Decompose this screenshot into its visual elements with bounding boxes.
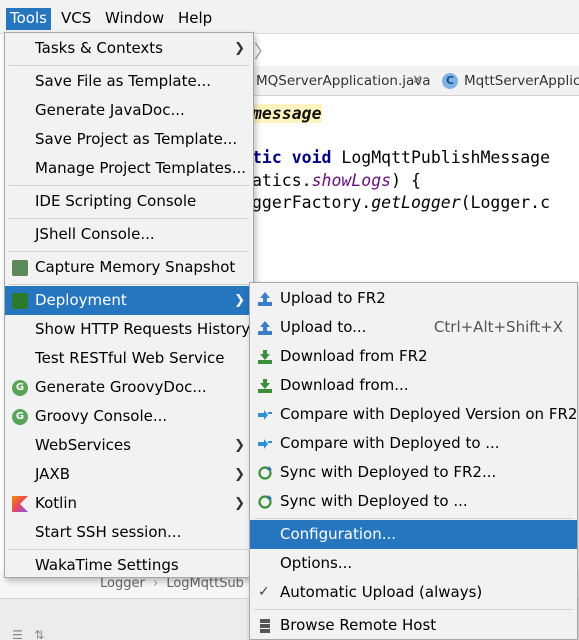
upload-icon <box>258 292 272 306</box>
menu-item-manage-project-templates[interactable]: Manage Project Templates... <box>5 154 253 183</box>
menubar: Tools VCS Window Help <box>0 0 579 34</box>
compare-icon <box>258 439 272 449</box>
menu-item-webservices[interactable]: WebServices ❯ <box>5 431 253 460</box>
download-icon <box>258 350 272 364</box>
menu-separator <box>9 218 249 219</box>
menu-separator <box>9 185 249 186</box>
chevron-right-icon: ❯ <box>234 467 245 482</box>
menu-item-deployment[interactable]: Deployment ❯ <box>5 286 253 315</box>
menu-item-save-file-template[interactable]: Save File as Template... <box>5 67 253 96</box>
tab-mqserver-application[interactable]: MQServerApplication.java <box>256 66 431 96</box>
menu-item-browse-remote-host[interactable]: Browse Remote Host <box>250 611 577 640</box>
deployment-submenu: Upload to FR2 Upload to... Ctrl+Alt+Shif… <box>249 282 578 640</box>
server-icon <box>260 619 270 633</box>
menu-item-configuration[interactable]: Configuration... <box>250 520 577 549</box>
menu-item-ide-scripting-console[interactable]: IDE Scripting Console <box>5 187 253 216</box>
tool-window-icons: ☰ ⇅ <box>12 628 45 640</box>
code-line: ggerFactory.getLogger(Logger.c <box>252 193 550 212</box>
kotlin-icon <box>12 496 28 512</box>
class-icon: C <box>442 73 458 89</box>
menu-vcs[interactable]: VCS <box>57 8 95 30</box>
menu-item-automatic-upload[interactable]: ✓ Automatic Upload (always) <box>250 578 577 607</box>
code-keyword: tic void <box>252 148 332 167</box>
menu-item-upload-fr2[interactable]: Upload to FR2 <box>250 284 577 313</box>
code-text: LogMqttPublishMessage <box>331 148 551 167</box>
menu-tools[interactable]: Tools <box>6 8 51 30</box>
memory-snapshot-icon <box>12 260 28 276</box>
menu-item-start-ssh[interactable]: Start SSH session... <box>5 518 253 547</box>
menu-window[interactable]: Window <box>101 8 168 30</box>
groovy-icon: G <box>12 409 28 425</box>
menu-item-tasks-contexts[interactable]: Tasks & Contexts ❯ <box>5 34 253 63</box>
menu-separator <box>254 609 573 610</box>
menu-item-sync-deployed[interactable]: Sync with Deployed to ... <box>250 487 577 516</box>
upload-icon <box>258 321 272 335</box>
groovy-icon: G <box>12 380 28 396</box>
chevron-right-icon: ❯ <box>234 41 245 56</box>
code-text: ) { <box>391 171 421 190</box>
menu-item-wakatime-settings[interactable]: WakaTime Settings <box>5 551 253 580</box>
sync-icon <box>258 466 272 480</box>
menu-item-jshell-console[interactable]: JShell Console... <box>5 220 253 249</box>
code-text: (Logger.c <box>460 193 551 212</box>
menu-separator <box>254 518 573 519</box>
menu-item-upload-to[interactable]: Upload to... Ctrl+Alt+Shift+X <box>250 313 577 342</box>
menu-item-options[interactable]: Options... <box>250 549 577 578</box>
menu-item-compare-fr2[interactable]: Compare with Deployed Version on FR2 <box>250 400 577 429</box>
chevron-right-icon: ❯ <box>234 293 245 308</box>
menu-item-compare-deployed[interactable]: Compare with Deployed to ... <box>250 429 577 458</box>
code-line: message <box>252 104 322 123</box>
tab-mqtt-server-application[interactable]: MqttServerApplicat <box>464 66 579 96</box>
menu-separator <box>9 549 249 550</box>
menu-item-generate-javadoc[interactable]: Generate JavaDoc... <box>5 96 253 125</box>
menu-item-sync-fr2[interactable]: Sync with Deployed to FR2... <box>250 458 577 487</box>
deployment-icon <box>12 293 28 309</box>
menu-item-download-fr2[interactable]: Download from FR2 <box>250 342 577 371</box>
chevron-right-icon: ❯ <box>234 438 245 453</box>
menu-item-groovy-console[interactable]: G Groovy Console... <box>5 402 253 431</box>
menu-help[interactable]: Help <box>174 8 216 30</box>
code-method: getLogger <box>371 193 461 212</box>
code-text: ggerFactory. <box>252 193 372 212</box>
sync-icon <box>258 495 272 509</box>
menu-item-jaxb[interactable]: JAXB ❯ <box>5 460 253 489</box>
menu-item-kotlin[interactable]: Kotlin ❯ <box>5 489 253 518</box>
menu-item-test-restful[interactable]: Test RESTful Web Service <box>5 344 253 373</box>
annotation-text: message <box>252 104 322 123</box>
code-text: atics. <box>252 171 312 190</box>
menu-item-download-from[interactable]: Download from... <box>250 371 577 400</box>
menu-separator <box>9 251 249 252</box>
download-icon <box>258 379 272 393</box>
editor-tabs: MQServerApplication.java ✕ C MqttServerA… <box>252 66 579 96</box>
menu-item-save-project-template[interactable]: Save Project as Template... <box>5 125 253 154</box>
chevron-right-icon: ❯ <box>234 496 245 511</box>
menu-item-capture-memory-snapshot[interactable]: Capture Memory Snapshot <box>5 253 253 282</box>
code-line: atics.showLogs) { <box>252 171 421 190</box>
close-icon[interactable]: ✕ <box>412 66 423 96</box>
chevron-right-icon: 〉 <box>254 42 272 63</box>
compare-icon <box>258 410 272 420</box>
check-icon: ✓ <box>258 584 270 600</box>
code-line: tic void LogMqttPublishMessage <box>252 148 550 167</box>
menu-separator <box>9 284 249 285</box>
menu-item-generate-groovydoc[interactable]: G Generate GroovyDoc... <box>5 373 253 402</box>
shortcut-label: Ctrl+Alt+Shift+X <box>433 318 563 336</box>
menu-item-show-http-history[interactable]: Show HTTP Requests History <box>5 315 253 344</box>
code-method: showLogs <box>311 171 392 190</box>
menu-separator <box>9 65 249 66</box>
tools-menu: Tasks & Contexts ❯ Save File as Template.… <box>4 32 254 578</box>
